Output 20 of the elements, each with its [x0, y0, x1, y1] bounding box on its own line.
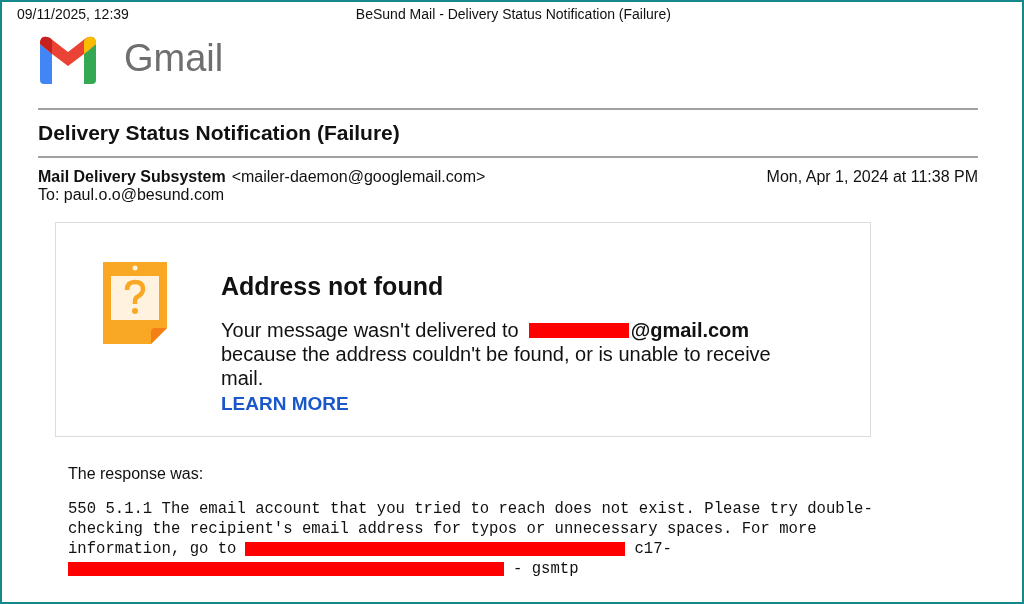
- response-text: c17-: [634, 540, 672, 558]
- response-text: 550 5.1.1 The email account that you tried to reach does not exist. Please try double-: [68, 500, 873, 518]
- sender-address: <mailer-daemon@googlemail.com>: [231, 168, 486, 186]
- email-date: Mon, Apr 1, 2024 at 11:38 PM: [766, 168, 978, 186]
- email-subject: Delivery Status Notification (Failure): [38, 121, 401, 145]
- notice-title: Address not found: [221, 272, 445, 301]
- learn-more-link[interactable]: LEARN MORE: [221, 393, 349, 415]
- response-text: information, go to: [68, 540, 237, 558]
- response-text: - gsmtp: [513, 560, 579, 578]
- question-note-icon: [103, 262, 169, 346]
- sender-name: Mail Delivery Subsystem: [38, 168, 226, 186]
- response-text: checking the recipient's email address for typos or unnecessary spaces. For more: [68, 520, 817, 538]
- print-date: 09/11/2025, 12:39: [17, 6, 129, 24]
- response-label: The response was:: [68, 465, 205, 483]
- recipient-line: To: paul.o.o@besund.com: [38, 186, 226, 204]
- notice-message: because the address couldn't be found, or is unable to receive mail.: [221, 342, 772, 390]
- print-title: BeSund Mail - Delivery Status Notification (Failure): [355, 6, 671, 24]
- gmail-wordmark: Gmail: [124, 36, 224, 80]
- email-domain: @gmail.com: [630, 319, 750, 342]
- notice-message: Your message wasn't delivered to: [221, 319, 519, 342]
